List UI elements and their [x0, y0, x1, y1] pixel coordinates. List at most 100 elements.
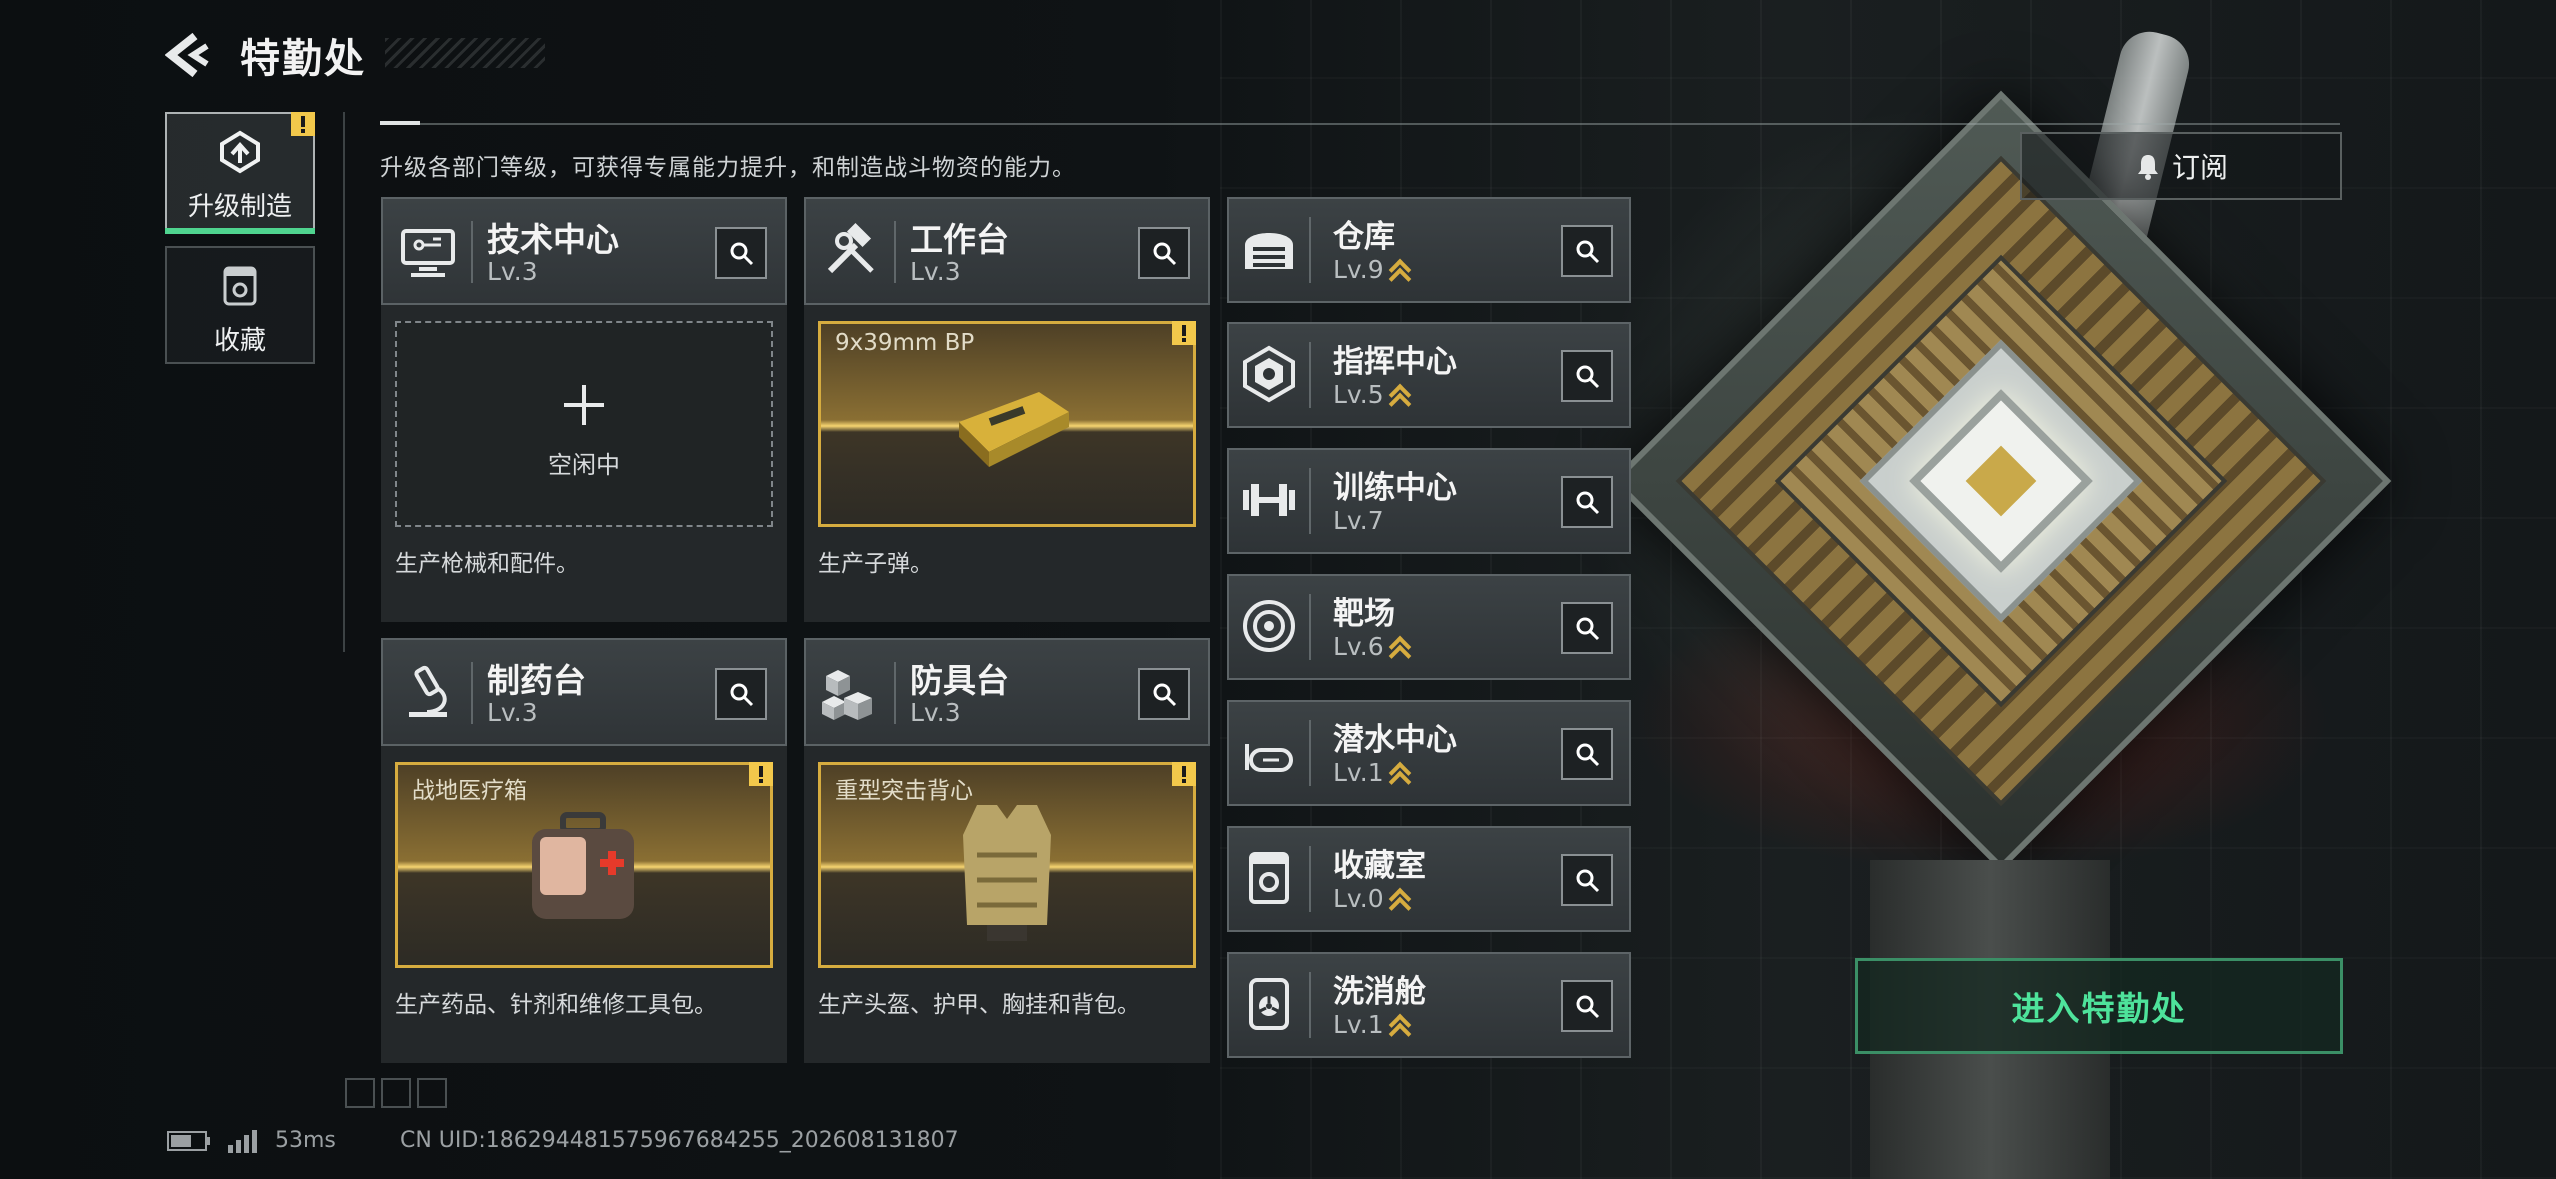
card-level: Lv.3: [487, 698, 538, 727]
battery-icon: [167, 1130, 210, 1151]
facility-name: 指挥中心: [1333, 344, 1457, 380]
upgrade-available-icon: [1390, 383, 1410, 409]
facility-level: Lv.9: [1333, 255, 1384, 284]
search-button[interactable]: [1138, 227, 1190, 279]
search-button[interactable]: [715, 227, 767, 279]
diving-mask-icon: [1245, 744, 1293, 772]
sidebar-item-upgrade[interactable]: 升级制造: [165, 112, 315, 234]
divider: [343, 112, 345, 652]
workstation-card-tech-center[interactable]: 技术中心 Lv.3 空闲中 生产枪械和配件。: [381, 197, 787, 622]
vest-image: [963, 805, 1051, 941]
warning-badge-icon: [749, 762, 773, 786]
page-description: 升级各部门等级，可获得专属能力提升，和制造战斗物资的能力。: [380, 155, 1076, 181]
ping-value: 53ms: [275, 1128, 336, 1153]
ammo-box-image: [959, 392, 1069, 467]
search-button[interactable]: [715, 668, 767, 720]
facility-level: Lv.1: [1333, 758, 1384, 787]
dumbbell-icon: [1243, 484, 1295, 516]
card-title: 技术中心: [487, 220, 619, 259]
search-button[interactable]: [1561, 350, 1613, 402]
back-arrow-icon[interactable]: [165, 32, 213, 78]
decoration-squares: [345, 1078, 447, 1108]
facility-name: 靶场: [1333, 596, 1395, 632]
target-icon: [1243, 600, 1295, 652]
base-cube-illustration: [1610, 90, 2392, 872]
subscribe-label: 订阅: [2171, 151, 2228, 184]
search-button[interactable]: [1561, 854, 1613, 906]
user-uid: CN UID:1862944815759676842​55_2026081318…: [400, 1128, 959, 1153]
card-title: 制药台: [487, 661, 586, 700]
workstation-card-pharmacy[interactable]: 制药台 Lv.3 战地医疗箱 生产药品、针剂和维修工具包。: [381, 638, 787, 1063]
facility-diving-center[interactable]: 潜水中心 Lv.1: [1227, 700, 1631, 806]
signal-icon: [228, 1129, 257, 1153]
search-icon: [1576, 491, 1600, 515]
card-level: Lv.3: [487, 257, 538, 286]
search-button[interactable]: [1561, 225, 1613, 277]
divider: [380, 123, 2340, 125]
facility-level: Lv.7: [1333, 506, 1384, 535]
warning-badge-icon: [1172, 321, 1196, 345]
search-icon: [1153, 683, 1177, 707]
facility-level: Lv.6: [1333, 632, 1384, 661]
search-button[interactable]: [1561, 602, 1613, 654]
facility-level: Lv.0: [1333, 884, 1384, 913]
facility-training-center[interactable]: 训练中心 Lv.7: [1227, 448, 1631, 554]
production-slot-active[interactable]: 战地医疗箱: [395, 762, 773, 968]
facility-collection-room[interactable]: 收藏室 Lv.0: [1227, 826, 1631, 932]
search-button[interactable]: [1138, 668, 1190, 720]
warning-badge-icon: [291, 112, 315, 136]
card-title: 工作台: [910, 220, 1009, 259]
card-description: 生产头盔、护甲、胸挂和背包。: [818, 992, 1140, 1018]
product-name: 战地医疗箱: [412, 778, 527, 804]
warehouse-icon: [1245, 233, 1293, 269]
search-button[interactable]: [1561, 476, 1613, 528]
production-slot-active[interactable]: 9x39mm BP: [818, 321, 1196, 527]
search-button[interactable]: [1561, 728, 1613, 780]
search-button[interactable]: [1561, 980, 1613, 1032]
facility-shooting-range[interactable]: 靶场 Lv.6: [1227, 574, 1631, 680]
workstation-card-armor[interactable]: 防具台 Lv.3 重型突击背心 生产头盔、护甲、胸挂和背包。: [804, 638, 1210, 1063]
card-header: 技术中心 Lv.3: [381, 197, 787, 305]
warning-badge-icon: [1172, 762, 1196, 786]
facility-level: Lv.5: [1333, 380, 1384, 409]
add-icon: [564, 385, 604, 425]
card-level: Lv.3: [910, 257, 961, 286]
card-description: 生产枪械和配件。: [395, 551, 579, 577]
upgrade-available-icon: [1390, 1013, 1410, 1039]
search-icon: [1576, 743, 1600, 767]
facility-decon-chamber[interactable]: 洗消舱 Lv.1: [1227, 952, 1631, 1058]
upgrade-available-icon: [1390, 635, 1410, 661]
microscope-icon: [409, 665, 447, 717]
command-icon: [1243, 345, 1295, 403]
search-icon: [730, 242, 754, 266]
search-icon: [1153, 242, 1177, 266]
card-title: 防具台: [910, 661, 1009, 700]
upgrade-available-icon: [1390, 887, 1410, 913]
card-header: 工作台 Lv.3: [804, 197, 1210, 305]
bell-icon: [2137, 155, 2158, 180]
page-title: 特勤处: [240, 36, 366, 82]
enter-special-ops-button[interactable]: 进入特勤处: [1855, 958, 2343, 1054]
vault-icon: [1249, 852, 1289, 904]
sidebar-item-label: 收藏: [213, 326, 266, 356]
search-icon: [1576, 365, 1600, 389]
subscribe-button[interactable]: 订阅: [2020, 132, 2342, 200]
facility-level: Lv.1: [1333, 1010, 1384, 1039]
search-icon: [1576, 617, 1600, 641]
workstation-card-workbench[interactable]: 工作台 Lv.3 9x39mm BP 生产子弹。: [804, 197, 1210, 622]
upgrade-available-icon: [1390, 258, 1410, 284]
card-description: 生产药品、针剂和维修工具包。: [395, 992, 717, 1018]
facility-warehouse[interactable]: 仓库 Lv.9: [1227, 197, 1631, 303]
upgrade-available-icon: [1390, 761, 1410, 787]
production-slot-active[interactable]: 重型突击背心: [818, 762, 1196, 968]
card-level: Lv.3: [910, 698, 961, 727]
sidebar-item-collection[interactable]: 收藏: [165, 246, 315, 364]
title-decoration: [385, 38, 545, 68]
facility-command-center[interactable]: 指挥中心 Lv.5: [1227, 322, 1631, 428]
medkit-image: [532, 812, 634, 919]
divider-accent: [380, 121, 420, 125]
facility-name: 训练中心: [1333, 470, 1457, 506]
collection-icon: [223, 266, 257, 306]
hammer-wrench-icon: [827, 222, 874, 274]
production-slot-empty[interactable]: 空闲中: [395, 321, 773, 527]
